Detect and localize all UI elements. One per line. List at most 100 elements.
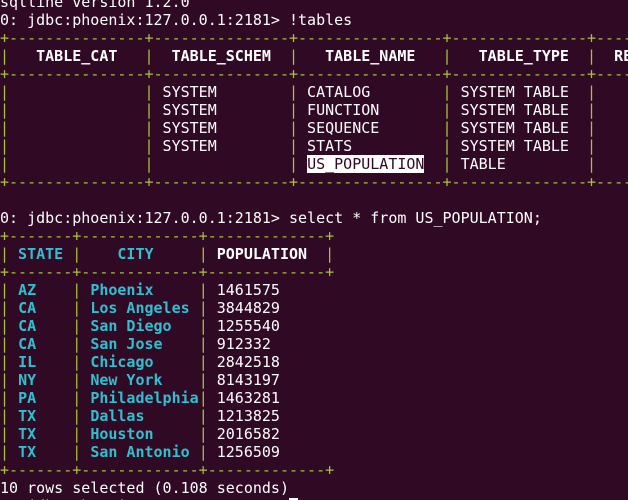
table-border: |: [0, 389, 10, 407]
cell-table-type: SYSTEM TABLE: [451, 137, 588, 155]
list-item[interactable]: | TX | Houston | 2016582: [0, 425, 628, 443]
table-border: |: [0, 47, 10, 65]
column-header-remarks: REMARKS: [614, 47, 628, 65]
table-border: |: [198, 443, 208, 461]
tables-header-row: | TABLE_CAT | TABLE_SCHEM | TABLE_NAME |…: [0, 47, 628, 65]
table-border: |: [72, 389, 82, 407]
table-row-selected[interactable]: | | | US_POPULATION | TABLE |: [0, 155, 628, 173]
cell-state: CA: [9, 335, 72, 353]
cell-table-name-selected[interactable]: US_POPULATION: [298, 155, 443, 173]
cell-city-pad: [172, 317, 199, 335]
tables-rule-top: +---------------+---------------+-------…: [0, 29, 628, 47]
cell-table-cat: [9, 83, 144, 101]
cell-table-type: SYSTEM TABLE: [451, 101, 588, 119]
list-item[interactable]: | AZ | Phoenix | 1461575: [0, 281, 628, 299]
table-border: |: [72, 299, 82, 317]
cell-table-name: CATALOG: [298, 83, 443, 101]
table-border: |: [289, 119, 299, 137]
cell-city-text: San Antonio: [90, 443, 190, 461]
population-rule-bottom: +-------+-------------+-------------+: [0, 461, 335, 479]
command-line-select: 0: jdbc:phoenix:127.0.0.1:2181> select *…: [0, 209, 628, 227]
cell-city-text: San Jose: [90, 335, 163, 353]
cell-city-text: Dallas: [90, 407, 145, 425]
table-border: |: [72, 317, 82, 335]
cell-table-schem: SYSTEM: [153, 137, 289, 155]
table-row[interactable]: | | SYSTEM | SEQUENCE | SYSTEM TABLE |: [0, 119, 628, 137]
cell-city-pad: [154, 425, 199, 443]
table-border: |: [72, 353, 82, 371]
table-border: |: [198, 335, 208, 353]
table-row[interactable]: | | SYSTEM | FUNCTION | SYSTEM TABLE |: [0, 101, 628, 119]
cell-state: AZ: [9, 281, 72, 299]
cell-state: TX: [9, 425, 72, 443]
cell-table-cat: [9, 155, 144, 173]
list-item[interactable]: | NY | New York | 8143197: [0, 371, 628, 389]
cell-population: 1463281: [208, 389, 280, 407]
table-border: |: [144, 101, 154, 119]
column-header-city: CITY: [81, 245, 199, 263]
terminal-window[interactable]: sqlline version 1.2.0 0: jdbc:phoenix:12…: [0, 0, 628, 500]
cell-table-name: STATS: [298, 137, 443, 155]
list-item[interactable]: | CA | Los Angeles | 3844829: [0, 299, 628, 317]
population-rule-mid: +-------+-------------+-------------+: [0, 263, 335, 281]
command-text-tables: !tables: [289, 11, 353, 29]
shell-prompt: 0: jdbc:phoenix:127.0.0.1:2181>: [0, 11, 280, 29]
cell-population: 1213825: [208, 407, 280, 425]
table-border: |: [587, 119, 597, 137]
column-header-table-type: TABLE_TYPE: [451, 47, 588, 65]
cell-population: 3844829: [208, 299, 280, 317]
cell-table-cat: [9, 119, 144, 137]
table-border: |: [144, 137, 154, 155]
table-row[interactable]: | | SYSTEM | STATS | SYSTEM TABLE |: [0, 137, 628, 155]
cell-table-name: SEQUENCE: [298, 119, 443, 137]
list-item[interactable]: | CA | San Diego | 1255540: [0, 317, 628, 335]
cell-state: CA: [9, 317, 72, 335]
cell-city: San Antonio: [81, 443, 189, 461]
list-item[interactable]: | CA | San Jose | 912332: [0, 335, 628, 353]
table-border: |: [442, 155, 452, 173]
table-border: |: [0, 245, 10, 263]
list-item[interactable]: | TX | San Antonio | 1256509: [0, 443, 628, 461]
cell-population-text: 912332: [216, 335, 271, 353]
table-border: |: [442, 101, 452, 119]
cell-state-text: CA: [18, 317, 37, 335]
cell-table-cat: [9, 137, 144, 155]
cell-city-pad: [163, 371, 199, 389]
cell-state-text: PA: [18, 389, 37, 407]
cell-city: Houston: [81, 425, 153, 443]
cell-city-pad: [154, 353, 199, 371]
table-border: |: [198, 407, 208, 425]
list-item[interactable]: | TX | Dallas | 1213825: [0, 407, 628, 425]
cell-table-cat: [9, 101, 144, 119]
cell-city-pad: [190, 443, 199, 461]
cell-population: 2842518: [208, 353, 280, 371]
table-border: |: [587, 155, 597, 173]
cell-table-type: SYSTEM TABLE: [451, 83, 588, 101]
population-rule-top: +-------+-------------+-------------+: [0, 227, 335, 245]
table-row[interactable]: | | SYSTEM | CATALOG | SYSTEM TABLE |: [0, 83, 628, 101]
column-header-population: POPULATION: [207, 245, 326, 263]
cell-state: IL: [9, 353, 72, 371]
table-border: |: [72, 245, 82, 263]
cell-population-text: 1461575: [216, 281, 280, 299]
table-border: |: [289, 137, 299, 155]
table-border: |: [144, 155, 154, 173]
cell-state-text: CA: [18, 299, 37, 317]
table-border: |: [72, 443, 82, 461]
list-item[interactable]: | PA | Philadelphia| 1463281: [0, 389, 628, 407]
cell-city-text: Philadelphia: [90, 389, 199, 407]
selected-text-us-population[interactable]: US_POPULATION: [307, 155, 425, 173]
table-border: |: [0, 155, 10, 173]
table-border: |: [0, 281, 10, 299]
cell-city: San Diego: [81, 317, 171, 335]
table-border: |: [0, 371, 10, 389]
command-line-tables: 0: jdbc:phoenix:127.0.0.1:2181> !tables: [0, 11, 628, 29]
list-item[interactable]: | IL | Chicago | 2842518: [0, 353, 628, 371]
cell-city-text: Los Angeles: [90, 299, 190, 317]
table-border: |: [0, 335, 10, 353]
cell-city-text: Houston: [90, 425, 154, 443]
table-border: |: [198, 299, 208, 317]
table-border: |: [198, 389, 208, 407]
